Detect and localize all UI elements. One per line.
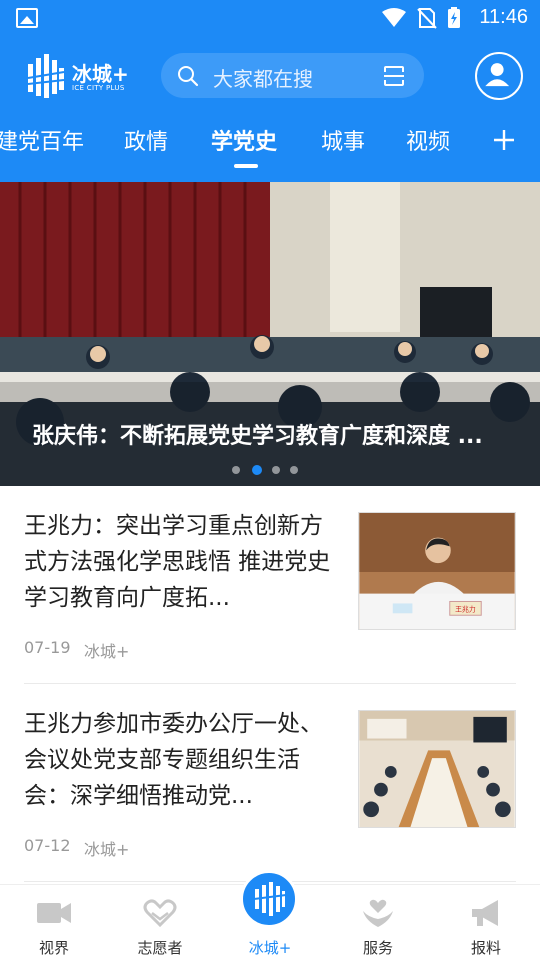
logo-subtitle: ICE CITY PLUS bbox=[72, 84, 125, 92]
news-source: 冰城+ bbox=[84, 840, 130, 859]
carousel-dot bbox=[290, 466, 298, 474]
status-bar: 11:46 bbox=[0, 0, 540, 36]
headline-banner[interactable]: 张庆伟：不断拓展党史学习教育广度和深度 ... bbox=[0, 182, 540, 486]
status-icons bbox=[382, 7, 460, 29]
tab-jiandang[interactable]: 建党百年 bbox=[0, 124, 84, 156]
tab-zhengqing[interactable]: 政情 bbox=[124, 124, 168, 156]
news-date: 07-19 bbox=[24, 638, 71, 657]
nav-item-baoliao[interactable]: 报料 bbox=[432, 885, 540, 961]
search-placeholder: 大家都在搜 bbox=[213, 67, 313, 91]
news-title: 王兆力：突出学习重点创新方式方法强化学思践悟 推进党史学习教育向广度拓... bbox=[24, 513, 331, 611]
heart-hands-icon bbox=[143, 899, 177, 928]
app-logo[interactable]: 冰城+ ICE CITY PLUS bbox=[26, 54, 130, 100]
gallery-notification-icon bbox=[16, 8, 38, 28]
logo-name: 冰城+ bbox=[72, 62, 129, 86]
nav-label: 报料 bbox=[470, 939, 501, 957]
nav-item-shijie[interactable]: 视界 bbox=[0, 885, 108, 961]
nav-label: 志愿者 bbox=[137, 939, 183, 957]
ice-city-logo-icon bbox=[27, 54, 65, 98]
scan-icon[interactable] bbox=[382, 64, 406, 88]
nav-label: 服务 bbox=[362, 939, 393, 957]
search-bar[interactable]: 大家都在搜 bbox=[161, 53, 424, 98]
status-time: 11:46 bbox=[479, 6, 528, 28]
news-date: 07-12 bbox=[24, 836, 71, 855]
carousel-dot bbox=[232, 466, 240, 474]
news-source: 冰城+ bbox=[84, 642, 130, 661]
nav-label: 视界 bbox=[38, 939, 69, 957]
ice-city-logo-icon bbox=[253, 882, 287, 916]
news-thumbnail bbox=[358, 710, 516, 828]
tab-xuedangshi[interactable]: 学党史 bbox=[211, 124, 277, 156]
battery-charging-icon bbox=[448, 7, 460, 28]
news-title: 王兆力参加市委办公厅一处、会议处党支部专题组织生活会：深学细悟推动党... bbox=[24, 711, 323, 809]
news-item[interactable]: 王兆力参加市委办公厅一处、会议处党支部专题组织生活会：深学细悟推动党... 07… bbox=[0, 684, 540, 882]
carousel-dot-active bbox=[252, 465, 262, 475]
nav-label: 冰城+ bbox=[248, 939, 292, 957]
news-thumbnail: 王兆力 bbox=[358, 512, 516, 630]
add-channel-icon[interactable] bbox=[490, 126, 518, 154]
carousel-dots bbox=[232, 465, 312, 476]
tab-shipin[interactable]: 视频 bbox=[406, 124, 450, 156]
service-hands-icon bbox=[363, 899, 393, 927]
wifi-icon bbox=[382, 8, 406, 27]
megaphone-icon bbox=[472, 900, 498, 926]
no-sim-icon bbox=[417, 8, 437, 29]
banner-title: 张庆伟：不断拓展党史学习教育广度和深度 ... bbox=[32, 424, 483, 449]
carousel-dot bbox=[272, 466, 280, 474]
active-tab-indicator bbox=[234, 164, 258, 168]
center-home-button[interactable] bbox=[240, 870, 298, 928]
video-camera-icon bbox=[37, 903, 71, 923]
news-item[interactable]: 王兆力：突出学习重点创新方式方法强化学思践悟 推进党史学习教育向广度拓... 0… bbox=[0, 486, 540, 684]
nav-item-fuwu[interactable]: 服务 bbox=[324, 885, 432, 961]
nameplate-text: 王兆力 bbox=[455, 604, 476, 613]
user-avatar-icon[interactable] bbox=[475, 52, 523, 100]
nav-item-zhiyuanzhe[interactable]: 志愿者 bbox=[106, 885, 214, 961]
channel-tabs: 建党百年 政情 学党史 城事 视频 bbox=[0, 118, 540, 178]
search-icon bbox=[178, 66, 199, 87]
tab-chengshi[interactable]: 城事 bbox=[321, 124, 365, 156]
